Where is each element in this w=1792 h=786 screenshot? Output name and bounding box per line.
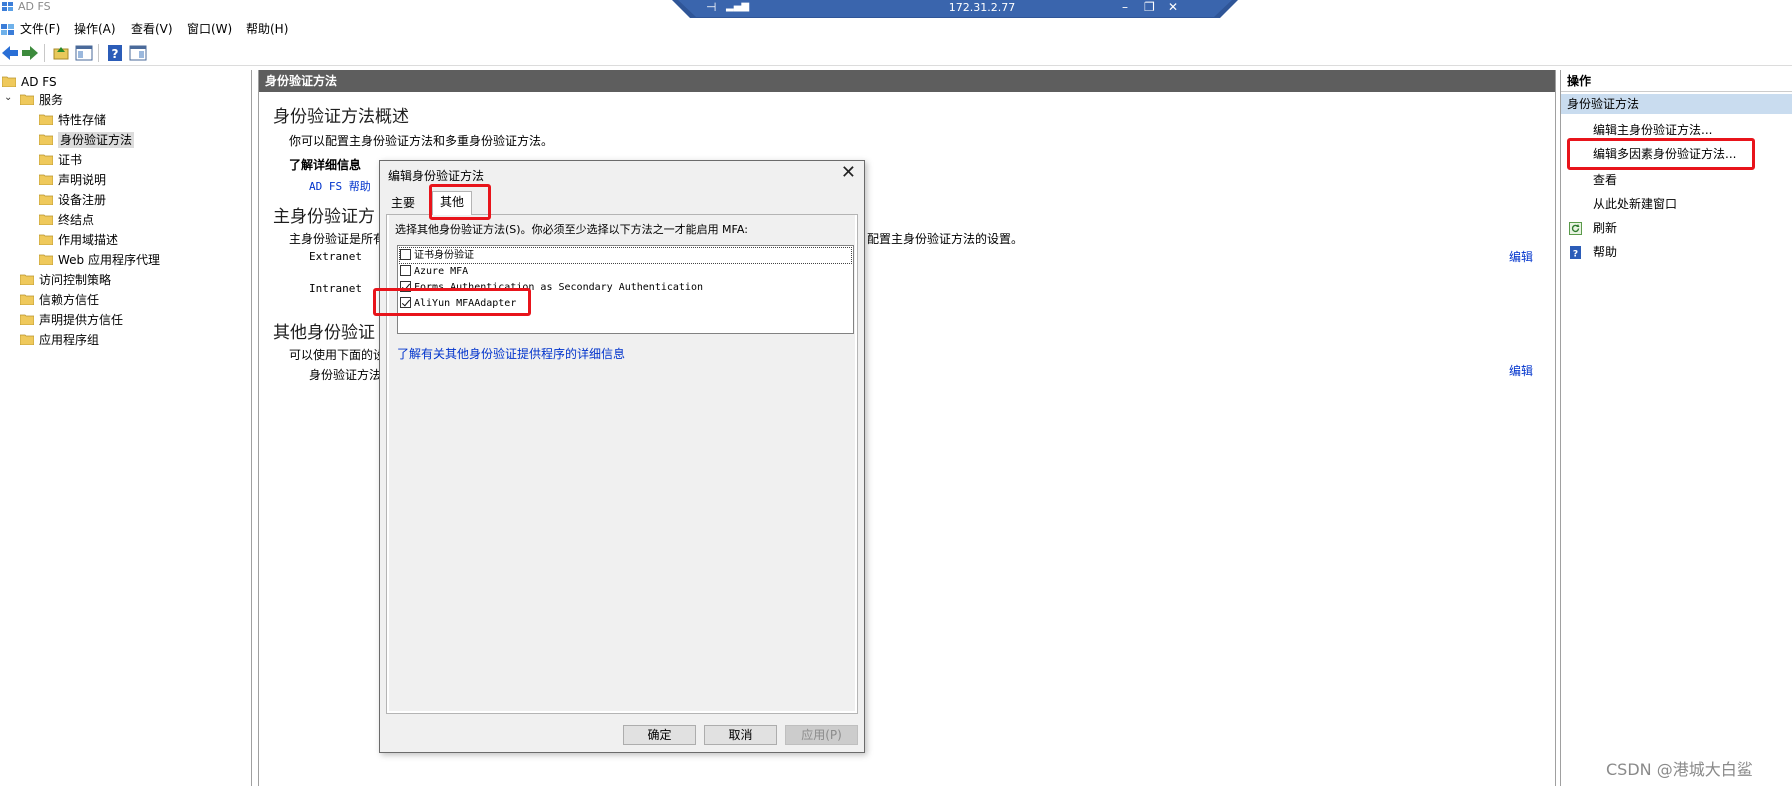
close-icon[interactable]: ✕ [1168, 0, 1178, 14]
other-auth-description: 可以使用下面的设 [289, 348, 386, 362]
primary-auth-description: 主身份验证是所有 [289, 232, 386, 246]
folder-icon [20, 94, 34, 105]
results-pane-header: 身份验证方法 [259, 70, 1555, 92]
up-folder-icon[interactable] [52, 44, 70, 62]
apply-button[interactable]: 应用(P) [785, 725, 858, 745]
tree-item-application-groups[interactable]: 应用程序组 [20, 331, 99, 349]
list-item[interactable]: Azure MFA [400, 264, 468, 279]
azure-mfa-checkbox[interactable] [400, 265, 411, 276]
edit-auth-methods-dialog: 编辑身份验证方法 ✕ 选择其他身份验证方法(S)。你必须至少选择以下方法之一才能… [379, 160, 865, 753]
svg-text:?: ? [112, 47, 119, 61]
folder-icon [39, 114, 53, 125]
learn-more-heading: 了解详细信息 [289, 158, 362, 172]
remote-connection-bar[interactable]: ⊣ ▂▄▆ 172.31.2.77 – ❐ ✕ [672, 0, 1238, 20]
tree-item-attribute-stores[interactable]: 特性存储 [39, 111, 106, 129]
tree-item-web-application-proxy[interactable]: Web 应用程序代理 [39, 251, 160, 269]
edit-other-link[interactable]: 编辑 [1509, 362, 1533, 379]
help-icon[interactable]: ? [106, 44, 124, 62]
tree-item-claim-descriptions[interactable]: 声明说明 [39, 171, 106, 189]
annotation-box-aliyun-mfa [373, 288, 531, 316]
list-item[interactable]: 证书身份验证 [399, 247, 852, 264]
folder-icon [20, 274, 34, 285]
tree-item-claims-provider-trusts[interactable]: 声明提供方信任 [20, 311, 123, 329]
menu-file[interactable]: 文件(F) [20, 21, 60, 37]
tab-primary[interactable]: 主要 [384, 193, 422, 215]
tree-item-endpoints[interactable]: 终结点 [39, 211, 94, 229]
show-hide-tree-icon[interactable] [75, 44, 93, 62]
folder-icon [39, 234, 53, 245]
signal-icon: ▂▄▆ [726, 1, 750, 12]
actions-section-authentication-methods[interactable]: 身份验证方法 [1561, 94, 1792, 114]
tree-item-access-control-policies[interactable]: 访问控制策略 [20, 271, 111, 289]
close-icon[interactable]: ✕ [841, 163, 856, 183]
remote-host-label: 172.31.2.77 [948, 1, 1016, 14]
back-arrow-icon[interactable] [1, 44, 19, 62]
chevron-down-icon[interactable]: ⌄ [4, 92, 12, 103]
folder-icon [39, 214, 53, 225]
extranet-label: Extranet [309, 250, 362, 263]
show-hide-action-pane-icon[interactable] [129, 44, 147, 62]
overview-title: 身份验证方法概述 [273, 107, 409, 127]
overview-description: 你可以配置主身份验证方法和多重身份验证方法。 [289, 134, 554, 148]
tree-item-device-registration[interactable]: 设备注册 [39, 191, 106, 209]
folder-icon [39, 174, 53, 185]
tree-item-services[interactable]: 服务 [20, 91, 63, 109]
folder-icon [39, 254, 53, 265]
menu-window[interactable]: 窗口(W) [187, 21, 232, 37]
cancel-button[interactable]: 取消 [704, 725, 777, 745]
svg-text:?: ? [1573, 250, 1578, 260]
menu-help[interactable]: 帮助(H) [246, 21, 288, 37]
tree-item-relying-party-trusts[interactable]: 信赖方信任 [20, 291, 99, 309]
menu-view[interactable]: 查看(V) [131, 21, 173, 37]
console-tree: AD FS ⌄ 服务 特性存储 身份验证方法 证书 声明说明 设备注册 终结点 … [0, 70, 252, 786]
tree-item-adfs-root[interactable]: AD FS [2, 73, 57, 91]
folder-icon [20, 314, 34, 325]
menu-action[interactable]: 操作(A) [74, 21, 116, 37]
action-help[interactable]: 帮助 [1593, 244, 1617, 260]
folder-icon [20, 294, 34, 305]
help-icon: ? [1570, 246, 1581, 260]
more-providers-link[interactable]: 了解有关其他身份验证提供程序的详细信息 [397, 345, 625, 362]
intranet-label: Intranet [309, 282, 362, 295]
pin-icon[interactable]: ⊣ [706, 0, 716, 14]
restore-icon[interactable]: ❐ [1144, 0, 1155, 14]
primary-auth-title: 主身份验证方 [273, 207, 375, 227]
watermark: CSDN @港城大白鲨 [1606, 760, 1753, 779]
adfs-app-icon [2, 2, 13, 11]
minimize-icon[interactable]: – [1122, 0, 1128, 14]
toolbar-separator [44, 44, 45, 62]
primary-auth-description-tail: 配置主身份验证方法的设置。 [867, 232, 1024, 246]
edit-primary-link[interactable]: 编辑 [1509, 248, 1533, 265]
forward-arrow-icon[interactable] [21, 44, 39, 62]
action-view[interactable]: 查看 [1593, 172, 1617, 188]
dialog-title: 编辑身份验证方法 [388, 169, 485, 183]
annotation-box-other-tab [429, 184, 491, 220]
actions-header: 操作 [1561, 70, 1792, 92]
toolbar: ? [0, 40, 1792, 66]
folder-icon [20, 334, 34, 345]
actions-pane: 操作 身份验证方法 编辑主身份验证方法... 编辑多因素身份验证方法... 查看… [1560, 70, 1792, 786]
folder-icon [2, 76, 16, 87]
refresh-icon [1569, 222, 1582, 235]
action-edit-primary-auth[interactable]: 编辑主身份验证方法... [1593, 122, 1712, 138]
adfs-help-link[interactable]: AD FS 帮助 [309, 178, 371, 194]
other-auth-row-label: 身份验证方法 [309, 368, 382, 382]
window-title: AD FS [18, 0, 51, 13]
menu-bar: 文件(F) 操作(A) 查看(V) 窗口(W) 帮助(H) [0, 18, 1792, 40]
folder-icon [39, 194, 53, 205]
tree-item-certificates[interactable]: 证书 [39, 151, 82, 169]
ok-button[interactable]: 确定 [623, 725, 696, 745]
mfa-instruction: 选择其他身份验证方法(S)。你必须至少选择以下方法之一才能启用 MFA: [395, 223, 748, 236]
folder-icon [39, 154, 53, 165]
certificate-auth-checkbox[interactable] [400, 249, 411, 260]
toolbar-separator [98, 44, 99, 62]
tree-item-scope-descriptions[interactable]: 作用域描述 [39, 231, 118, 249]
tree-item-authentication-methods[interactable]: 身份验证方法 [39, 131, 135, 149]
action-new-window[interactable]: 从此处新建窗口 [1593, 196, 1677, 212]
mmc-icon [1, 24, 14, 35]
annotation-box-edit-mfa-action [1567, 138, 1755, 170]
folder-icon [39, 134, 53, 145]
action-refresh[interactable]: 刷新 [1593, 220, 1617, 236]
other-auth-title: 其他身份验证 [273, 323, 375, 343]
